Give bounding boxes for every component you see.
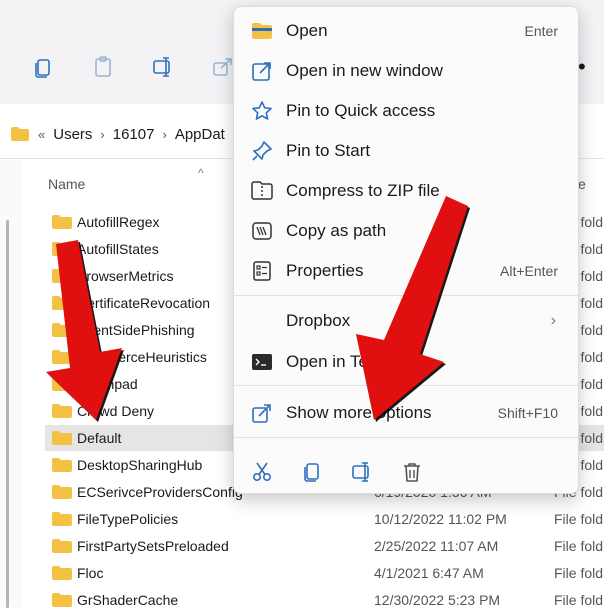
delete-icon: [404, 463, 420, 482]
folder-icon: [51, 322, 73, 338]
copy-icon: [35, 59, 50, 78]
menu-item-copy-path[interactable]: Copy as path: [234, 213, 578, 249]
star-icon: [250, 99, 274, 123]
rename-icon: [352, 462, 369, 482]
menu-item-label: Open: [286, 21, 328, 40]
folder-icon: [51, 511, 73, 527]
menu-item-label: Pin to Quick access: [286, 101, 436, 120]
menu-item-properties[interactable]: Properties Alt+Enter: [234, 253, 578, 289]
folder-icon: [51, 430, 73, 446]
file-date: 2/25/2022 11:07 AM: [374, 538, 499, 554]
rename-icon: [153, 57, 170, 77]
chevron-right-icon: ›: [550, 312, 556, 329]
file-row[interactable]: FileTypePolicies 10/12/2022 11:02 PM File …: [45, 506, 604, 532]
menu-item-label: Dropbox: [286, 311, 351, 330]
menu-item-compress-zip[interactable]: Compress to ZIP file: [234, 173, 578, 209]
folder-icon: [51, 565, 73, 581]
open-external-icon: [250, 59, 274, 83]
menu-item-label: Open in new window: [286, 61, 443, 80]
rename-button[interactable]: [349, 459, 375, 485]
folder-icon: [51, 295, 73, 311]
file-name: FileTypePolicies: [77, 511, 179, 527]
menu-item-dropbox[interactable]: Dropbox ›: [234, 303, 578, 339]
folder-icon: [51, 403, 73, 419]
menu-item-shortcut: Shift+F10: [497, 405, 558, 421]
column-header-name[interactable]: Name: [48, 176, 85, 192]
folder-icon: [51, 214, 73, 230]
file-date: 10/12/2022 11:02 PM: [374, 511, 507, 527]
sort-ascending-icon: ^: [198, 166, 204, 180]
file-date: 12/30/2022 5:23 PM: [374, 592, 501, 608]
menu-separator: [234, 295, 578, 296]
paste-icon: [95, 56, 111, 77]
copy-button[interactable]: [299, 459, 325, 485]
breadcrumb-user[interactable]: 16107: [113, 126, 155, 143]
share-icon: [213, 58, 232, 76]
folder-icon: [250, 19, 274, 43]
menu-item-show-more-options[interactable]: Show more options Shift+F10: [234, 395, 578, 431]
menu-item-label: Open in Terminal: [286, 352, 415, 371]
menu-item-label: Copy as path: [286, 221, 387, 240]
menu-item-label: Compress to ZIP file: [286, 181, 440, 200]
navigation-pane: [0, 160, 22, 608]
menu-item-open-new-window[interactable]: Open in new window: [234, 53, 578, 89]
chevron-right-icon: ›: [162, 126, 167, 142]
breadcrumb-users[interactable]: Users: [53, 126, 92, 143]
menu-item-label: Pin to Start: [286, 141, 371, 160]
menu-item-open[interactable]: Open Enter: [234, 13, 578, 49]
file-name: GrShaderCache: [77, 592, 179, 608]
folder-icon: [51, 592, 73, 608]
delete-button[interactable]: [399, 459, 425, 485]
more-options-icon[interactable]: •: [578, 54, 586, 80]
copy-icon: [304, 463, 319, 482]
chevron-right-icon: ›: [100, 126, 105, 142]
breadcrumb-overflow-icon[interactable]: «: [38, 127, 45, 142]
folder-icon: [51, 241, 73, 257]
file-row[interactable]: GrShaderCache 12/30/2022 5:23 PM File fold: [45, 587, 604, 608]
properties-icon: [250, 259, 274, 283]
copy-button[interactable]: [28, 52, 58, 82]
menu-separator: [234, 437, 578, 438]
file-type: File fold: [554, 538, 604, 554]
menu-item-shortcut: Alt+Enter: [500, 263, 558, 279]
folder-icon: [51, 538, 73, 554]
cut-icon: [252, 462, 272, 482]
show-more-icon: [250, 401, 274, 425]
file-type: File fold: [554, 565, 604, 581]
cut-button[interactable]: [249, 459, 275, 485]
folder-icon: [11, 127, 29, 141]
paste-button[interactable]: [88, 52, 118, 82]
menu-item-open-terminal[interactable]: Open in Terminal: [234, 344, 578, 380]
file-type: File fold: [554, 592, 604, 608]
menu-item-label: Show more options: [286, 403, 432, 422]
folder-icon: [51, 376, 73, 392]
menu-separator: [234, 385, 578, 386]
terminal-icon: [250, 350, 274, 374]
rename-button[interactable]: [148, 52, 178, 82]
folder-icon: [51, 349, 73, 365]
context-menu: Open Enter Open in new window Pin to Qui…: [233, 6, 579, 494]
scrollbar[interactable]: [6, 220, 9, 608]
folder-icon: [51, 484, 73, 500]
file-date: 4/1/2021 6:47 AM: [374, 565, 484, 581]
file-type: File fold: [554, 511, 604, 527]
menu-item-label: Properties: [286, 261, 364, 280]
pin-icon: [250, 139, 274, 163]
menu-item-pin-quick-access[interactable]: Pin to Quick access: [234, 93, 578, 129]
file-name: FirstPartySetsPreloaded: [77, 538, 229, 554]
folder-icon: [51, 457, 73, 473]
menu-item-pin-start[interactable]: Pin to Start: [234, 133, 578, 169]
file-row[interactable]: Floc 4/1/2021 6:47 AM File fold: [45, 560, 604, 586]
zip-icon: [250, 179, 274, 203]
breadcrumb-appdata[interactable]: AppDat: [175, 126, 225, 143]
folder-icon: [51, 268, 73, 284]
copy-path-icon: [250, 219, 274, 243]
menu-item-shortcut: Enter: [524, 23, 558, 39]
file-name: Floc: [77, 565, 104, 581]
column-header-type[interactable]: e: [578, 176, 586, 192]
file-row[interactable]: FirstPartySetsPreloaded 2/25/2022 11:07 A…: [45, 533, 604, 559]
